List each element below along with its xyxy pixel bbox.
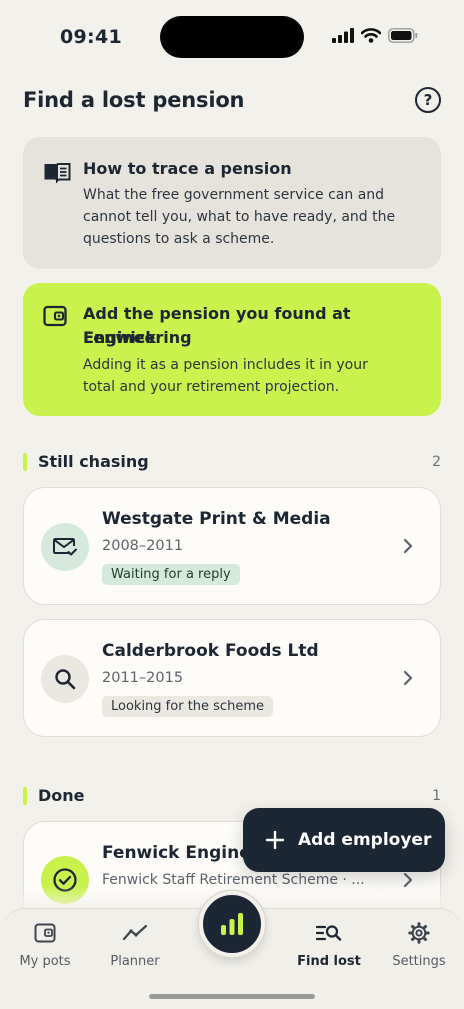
status-badge: Waiting for a reply <box>102 564 240 585</box>
section-title: Still chasing <box>38 452 149 471</box>
bar-chart-icon <box>221 913 243 935</box>
add-employer-button[interactable]: Add employer <box>243 808 445 872</box>
home-indicator[interactable] <box>149 994 315 999</box>
tab-label: Settings <box>392 954 446 969</box>
signal-icon <box>332 28 354 43</box>
section-done: Done 1 <box>23 786 441 808</box>
trend-icon <box>95 921 175 945</box>
section-count: 2 <box>432 454 441 470</box>
tab-label: Find lost <box>297 954 361 969</box>
section-still-chasing: Still chasing 2 <box>23 452 441 474</box>
employer-card-calderbrook[interactable]: Calderbrook Foods Ltd 2011–2015 Looking … <box>23 619 441 737</box>
gear-icon <box>379 921 459 945</box>
how-to-trace-card[interactable]: How to trace a pension What the free gov… <box>23 137 441 269</box>
wifi-icon <box>361 28 381 43</box>
add-card-title-line: Engineering <box>83 328 192 347</box>
info-card-title: How to trace a pension <box>83 159 292 178</box>
search-list-icon <box>289 921 369 945</box>
status-time: 09:41 <box>60 26 122 48</box>
tab-find-lost[interactable]: Find lost <box>289 921 369 969</box>
search-icon <box>41 655 89 703</box>
section-count: 1 <box>432 788 441 804</box>
chevron-right-icon <box>403 670 413 686</box>
overview-button[interactable] <box>199 891 265 957</box>
add-employer-label: Add employer <box>298 830 432 850</box>
battery-icon <box>388 28 418 43</box>
help-icon[interactable]: ? <box>415 87 441 113</box>
tab-settings[interactable]: Settings <box>379 921 459 969</box>
chevron-right-icon <box>403 538 413 554</box>
tab-label: My pots <box>19 954 71 969</box>
add-card-line: total and your retirement projection. <box>83 379 340 395</box>
tab-planner[interactable]: Planner <box>95 921 175 969</box>
book-icon <box>43 161 71 187</box>
info-card-line: questions to ask a scheme. <box>83 231 275 247</box>
status-bar: 09:41 <box>0 0 464 76</box>
employer-name: Calderbrook Foods Ltd <box>102 641 319 661</box>
info-card-line: cannot tell you, what to have ready, and… <box>83 209 396 225</box>
status-icons <box>332 28 418 43</box>
employer-card-westgate[interactable]: Westgate Print & Media 2008–2011 Waiting… <box>23 487 441 605</box>
mail-check-icon <box>41 523 89 571</box>
employer-years: 2011–2015 <box>102 670 184 686</box>
wallet-icon <box>5 921 85 945</box>
section-accent <box>23 453 27 471</box>
tab-label: Planner <box>110 954 160 969</box>
header: Find a lost pension ? <box>23 86 443 116</box>
tab-my-pots[interactable]: My pots <box>5 921 85 969</box>
employer-name: Fenwick Engine <box>102 843 251 863</box>
section-accent <box>23 787 27 805</box>
section-title: Done <box>38 786 85 805</box>
employer-years: 2008–2011 <box>102 538 184 554</box>
info-card-line: What the free government service can and <box>83 187 385 203</box>
plus-icon <box>265 830 285 850</box>
add-found-pension-card[interactable]: Add the pension you found at Fenwick Eng… <box>23 283 441 416</box>
dynamic-island <box>160 16 304 58</box>
wallet-icon <box>43 305 67 331</box>
status-badge: Looking for the scheme <box>102 696 273 717</box>
add-card-line: Adding it as a pension includes it in yo… <box>83 357 368 373</box>
page-title: Find a lost pension <box>23 88 245 112</box>
employer-name: Westgate Print & Media <box>102 509 331 529</box>
